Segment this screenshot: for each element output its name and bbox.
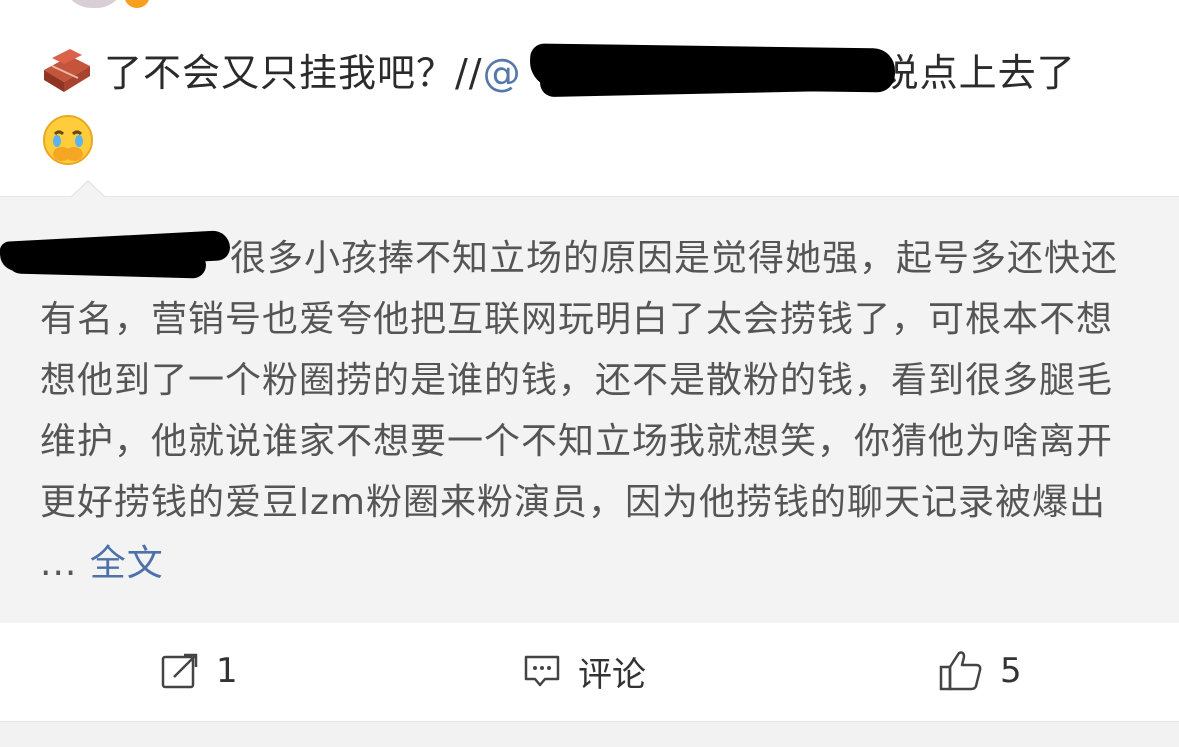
redaction-mark bbox=[7, 247, 207, 279]
like-button[interactable]: 5 bbox=[938, 647, 1022, 695]
avatar[interactable] bbox=[62, 0, 126, 8]
repost-count: 1 bbox=[216, 651, 238, 691]
comment-button[interactable]: 评论 bbox=[522, 647, 646, 695]
comment-icon bbox=[524, 655, 560, 687]
redaction-mark bbox=[539, 60, 841, 98]
comment-label: 评论 bbox=[578, 654, 646, 695]
crying-emoji-icon bbox=[42, 114, 94, 183]
action-bar: 1 评论 5 bbox=[0, 623, 1179, 721]
full-text-link[interactable]: 全文 bbox=[90, 543, 164, 584]
post-text-before-mention: 了不会又只挂我吧？// bbox=[104, 51, 483, 95]
feed-divider bbox=[0, 721, 1179, 747]
like-count: 5 bbox=[1000, 651, 1022, 691]
repost-icon bbox=[161, 653, 198, 689]
thumbs-up-icon bbox=[939, 651, 982, 691]
repost-button[interactable]: 1 bbox=[160, 647, 238, 695]
quoted-post-body: 很多小孩捧不知立场的原因是觉得她强，起号多还快还有名，营销号也爱夸他把互联网玩明… bbox=[40, 238, 1119, 584]
verified-badge-icon bbox=[124, 0, 150, 8]
mention-link[interactable]: @ bbox=[483, 51, 522, 95]
quoted-post-text[interactable]: 很多小孩捧不知立场的原因是觉得她强，起号多还快还有名，营销号也爱夸他把互联网玩明… bbox=[40, 228, 1140, 594]
brick-emoji-icon bbox=[40, 42, 94, 113]
